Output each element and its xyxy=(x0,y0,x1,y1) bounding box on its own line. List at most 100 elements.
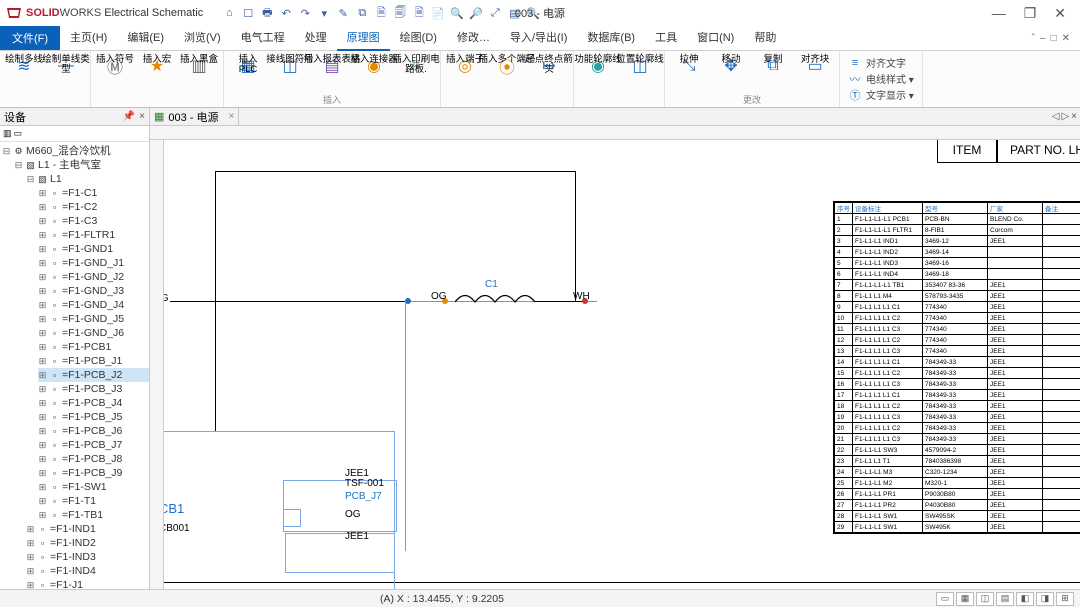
qat-btn-9[interactable]: 🗐 xyxy=(392,5,408,21)
rg3-btn-2[interactable]: ▤插入报表表格 xyxy=(312,53,352,79)
bom-row[interactable]: 18F1-L1 L1 L1 C2784349-33JEE1 xyxy=(835,401,1080,412)
bom-row[interactable]: 4F1-L1-L1 IND23469-14 xyxy=(835,247,1080,258)
tree-item[interactable]: ⊞▫=F1-PCB_J7 xyxy=(38,438,149,452)
status-btn-2[interactable]: ▦ xyxy=(956,592,974,606)
rg2-btn-1[interactable]: ★插入宏 xyxy=(137,53,177,79)
tab-next-icon[interactable]: ▷ xyxy=(1061,111,1069,122)
qat-btn-4[interactable]: ↷ xyxy=(297,5,313,21)
bom-row[interactable]: 1F1-L1-L1-L1 PCB1PCB-BNBLEND Co. xyxy=(835,214,1080,225)
qat-btn-14[interactable]: ⤢ xyxy=(487,5,503,21)
tree-item[interactable]: ⊞▫=F1-TB1 xyxy=(38,508,149,522)
bom-row[interactable]: 2F1-L1-L1-L1 FLTR18-FIB1Corcom xyxy=(835,225,1080,236)
close-button[interactable]: ✕ xyxy=(1054,5,1066,22)
bom-row[interactable]: 6F1-L1-L1 IND43469-18 xyxy=(835,269,1080,280)
rg5-btn-1[interactable]: ◫位置轮廓线 xyxy=(620,53,660,79)
tree-item[interactable]: ⊞▫=F1-GND_J1 xyxy=(38,256,149,270)
tree-item[interactable]: ⊞▫=F1-PCB_J6 xyxy=(38,424,149,438)
bom-table[interactable]: 序号设备标注型号厂家备注1F1-L1-L1-L1 PCB1PCB-BNBLEND… xyxy=(833,201,1080,534)
bom-row[interactable]: 29F1-L1-L1 SW1SW495KJEE1 xyxy=(835,522,1080,533)
bom-row[interactable]: 25F1-L1-L1 M2M320-1JEE1 xyxy=(835,478,1080,489)
rg5-btn-0[interactable]: ◉功能轮廓线 xyxy=(578,53,618,79)
rg7-item-1[interactable]: 〰电线样式 ▾ xyxy=(848,71,914,86)
tree-item[interactable]: ⊞▫=F1-FLTR1 xyxy=(38,228,149,242)
menu-10[interactable]: 工具 xyxy=(645,25,687,51)
bom-row[interactable]: 23F1-L1 L1 T17840386398JEE1 xyxy=(835,456,1080,467)
qat-btn-13[interactable]: 🔎 xyxy=(468,5,484,21)
tree-item[interactable]: ⊞▫=F1-PCB_J5 xyxy=(38,410,149,424)
bom-row[interactable]: 7F1-L1-L1-L1 TB1353407 83-36JEE1 xyxy=(835,280,1080,291)
bom-row[interactable]: 20F1-L1 L1 L1 C2784349-33JEE1 xyxy=(835,423,1080,434)
tree-item[interactable]: ⊞▫=F1-C2 xyxy=(38,200,149,214)
rg2-btn-2[interactable]: ▥插入黑盒 xyxy=(179,53,219,79)
menu-3[interactable]: 电气工程 xyxy=(231,25,295,51)
rg2-btn-0[interactable]: Ⓜ︎插入符号 xyxy=(95,53,135,79)
rg3-btn-3[interactable]: ◉插入连接器 xyxy=(354,53,394,79)
maximize-button[interactable]: ❐ xyxy=(1024,5,1037,22)
schematic-canvas[interactable]: ITEM PART NO. LH C1 OG OG WH xyxy=(164,140,1080,589)
rg1-btn-1[interactable]: —绘制单线类型 xyxy=(46,53,86,79)
tree-item[interactable]: ⊞▫=F1-GND_J2 xyxy=(38,270,149,284)
bom-row[interactable]: 10F1-L1 L1 L1 C2774340JEE1 xyxy=(835,313,1080,324)
tree-item[interactable]: ⊞▫=F1-C3 xyxy=(38,214,149,228)
bom-row[interactable]: 24F1-L1-L1 M3C320-1234JEE1 xyxy=(835,467,1080,478)
rg4-btn-2[interactable]: ↦起点终点箭头 xyxy=(529,53,569,79)
menu-6[interactable]: 绘图(D) xyxy=(390,25,447,51)
status-btn-4[interactable]: ▤ xyxy=(996,592,1014,606)
qat-btn-7[interactable]: ⧉ xyxy=(354,5,370,21)
pin-icon[interactable]: 📌× xyxy=(123,111,145,122)
bom-row[interactable]: 19F1-L1 L1 L1 C3784349-33JEE1 xyxy=(835,412,1080,423)
menu-7[interactable]: 修改… xyxy=(447,25,500,51)
tree-item[interactable]: ⊞▫=F1-GND_J5 xyxy=(38,312,149,326)
tree-item[interactable]: ⊞▫=F1-IND4 xyxy=(26,564,149,578)
file-menu[interactable]: 文件(F) xyxy=(0,26,60,50)
menu-5[interactable]: 原理图 xyxy=(337,25,390,51)
menu-12[interactable]: 帮助 xyxy=(744,25,786,51)
sub-close-icon[interactable]: ✕ xyxy=(1062,33,1070,44)
minimize-button[interactable]: — xyxy=(992,5,1006,22)
menu-8[interactable]: 导入/导出(I) xyxy=(500,25,577,51)
tree-item[interactable]: ⊞▫=F1-IND1 xyxy=(26,522,149,536)
tree-item[interactable]: ⊞▫=F1-PCB_J8 xyxy=(38,452,149,466)
tree-item[interactable]: ⊞▫=F1-IND3 xyxy=(26,550,149,564)
status-btn-1[interactable]: ▭ xyxy=(936,592,954,606)
rg6-btn-0[interactable]: ⤡拉伸 xyxy=(669,53,709,79)
sub-max-icon[interactable]: □ xyxy=(1051,33,1057,44)
qat-btn-5[interactable]: ▾ xyxy=(316,5,332,21)
tree-item[interactable]: ⊞▫=F1-GND_J6 xyxy=(38,326,149,340)
bom-row[interactable]: 11F1-L1 L1 L1 C3774340JEE1 xyxy=(835,324,1080,335)
tree-btn-2[interactable]: ▭ xyxy=(14,128,23,139)
tree-item[interactable]: ⊞▫=F1-J1 xyxy=(26,578,149,589)
tree-item[interactable]: ⊞▫=F1-T1 xyxy=(38,494,149,508)
tree-item[interactable]: ⊞▫=F1-GND_J3 xyxy=(38,284,149,298)
rg6-btn-3[interactable]: ▭对齐块 xyxy=(795,53,835,79)
rg1-btn-0[interactable]: ≋绘制多线 xyxy=(4,53,44,79)
menu-11[interactable]: 窗口(N) xyxy=(687,25,744,51)
tree-item[interactable]: ⊞▫=F1-PCB_J3 xyxy=(38,382,149,396)
qat-btn-0[interactable]: ⌂ xyxy=(221,5,237,21)
device-tree[interactable]: ⊟⚙M660_混合冷饮机⊟▧L1 - 主电气室⊟▧L1⊞▫=F1-C1⊞▫=F1… xyxy=(0,142,149,589)
qat-btn-8[interactable]: 🗎 xyxy=(373,5,389,21)
bom-row[interactable]: 16F1-L1 L1 L1 C3784349-33JEE1 xyxy=(835,379,1080,390)
qat-btn-3[interactable]: ↶ xyxy=(278,5,294,21)
tree-item[interactable]: ⊞▫=F1-PCB_J9 xyxy=(38,466,149,480)
bom-row[interactable]: 27F1-L1-L1 PR2P4030B80JEE1 xyxy=(835,500,1080,511)
sub-min-icon[interactable]: – xyxy=(1040,33,1046,44)
document-tab[interactable]: ▦ 003 - 电源 × xyxy=(150,108,239,125)
rg7-item-2[interactable]: Ⓣ文字显示 ▾ xyxy=(848,87,914,102)
status-btn-6[interactable]: ◨ xyxy=(1036,592,1054,606)
bom-row[interactable]: 28F1-L1-L1 SW1SW495SKJEE1 xyxy=(835,511,1080,522)
rg6-btn-2[interactable]: ⧉复制 xyxy=(753,53,793,79)
tab-close-all-icon[interactable]: × xyxy=(1071,111,1077,122)
tree-item[interactable]: ⊞▫=F1-GND_J4 xyxy=(38,298,149,312)
tab-close-icon[interactable]: × xyxy=(229,111,235,122)
tree-item[interactable]: ⊞▫=F1-IND2 xyxy=(26,536,149,550)
bom-row[interactable]: 3F1-L1-L1 IND13469-12JEE1 xyxy=(835,236,1080,247)
qat-btn-12[interactable]: 🔍 xyxy=(449,5,465,21)
bom-row[interactable]: 13F1-L1 L1 L1 C3774340JEE1 xyxy=(835,346,1080,357)
tree-item[interactable]: ⊞▫=F1-SW1 xyxy=(38,480,149,494)
tree-btn-1[interactable]: ▥ xyxy=(3,128,12,139)
tree-item[interactable]: ⊞▫=F1-PCB_J2 xyxy=(38,368,149,382)
tree-item[interactable]: ⊞▫=F1-GND1 xyxy=(38,242,149,256)
rg4-btn-1[interactable]: ⦿插入多个端子 xyxy=(487,53,527,79)
menu-9[interactable]: 数据库(B) xyxy=(577,25,645,51)
